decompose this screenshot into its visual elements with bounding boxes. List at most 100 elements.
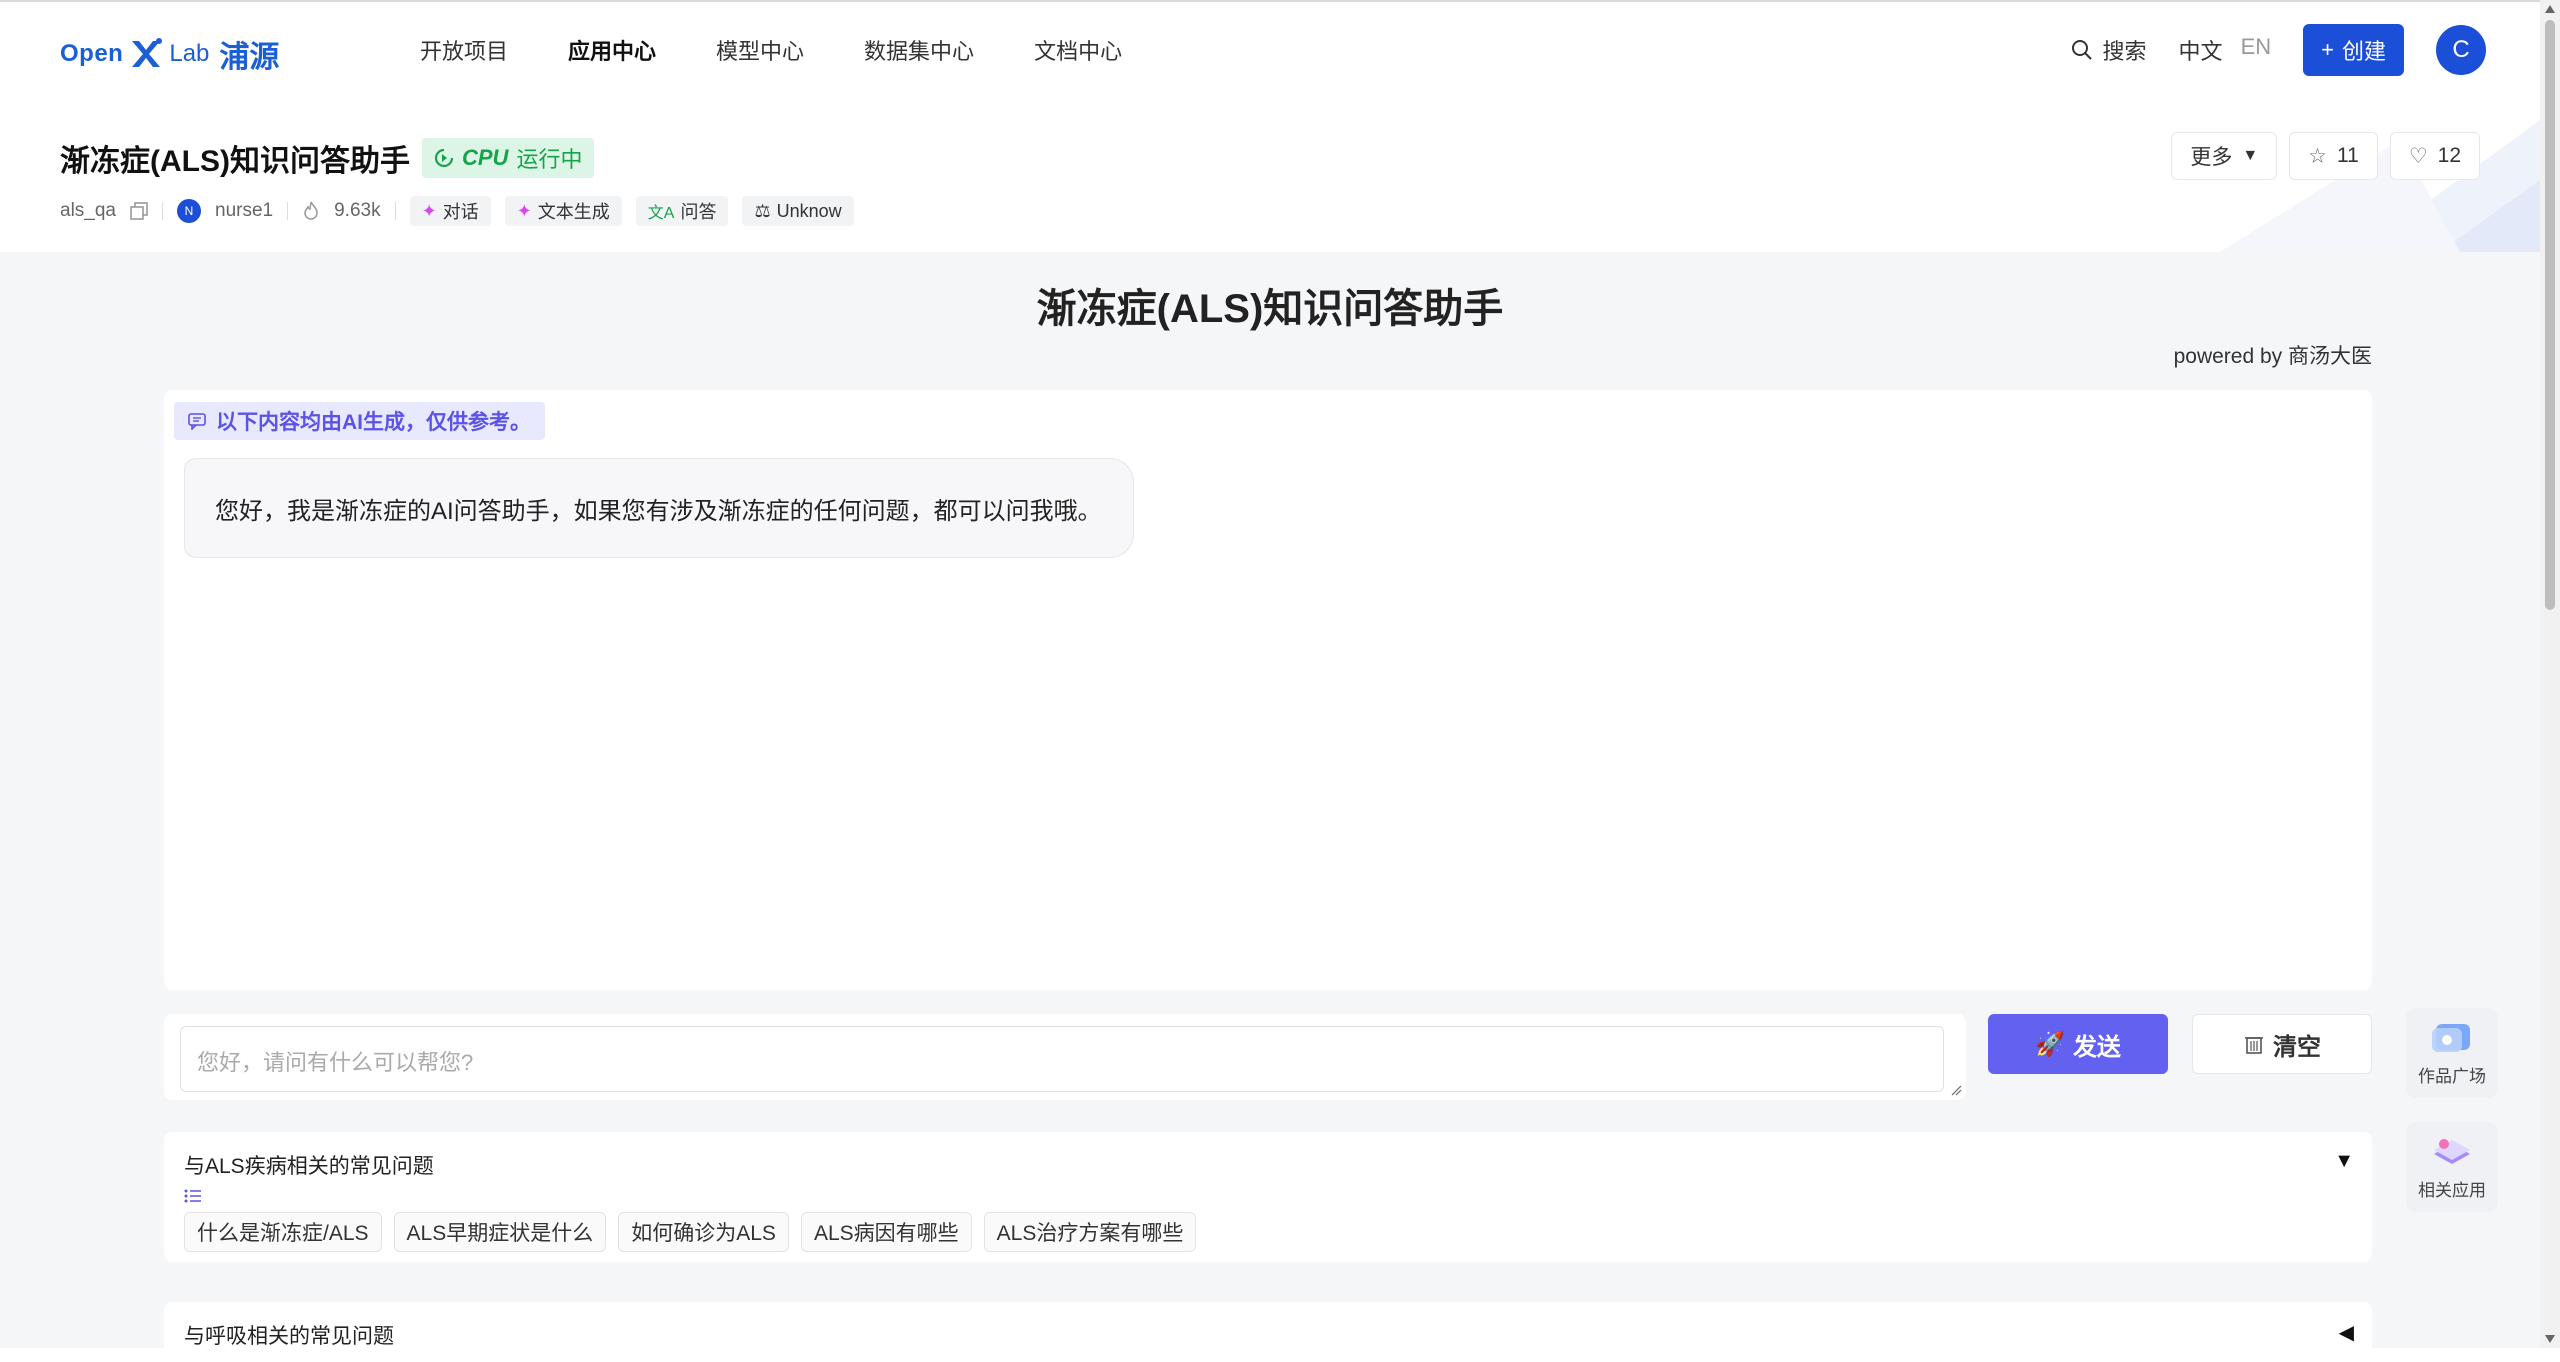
assistant-message-text: 您好，我是渐冻症的AI问答助手，如果您有涉及渐冻症的任何问题，都可以问我哦。	[215, 497, 1102, 525]
nav-item-open-projects[interactable]: 开放项目	[420, 34, 508, 66]
tag-license[interactable]: ⚖ Unknow	[742, 196, 854, 226]
expand-arrow-icon[interactable]: ◀	[2339, 1320, 2354, 1345]
faq-chips: 什么是渐冻症/ALS ALS早期症状是什么 如何确诊为ALS ALS病因有哪些 …	[184, 1212, 1197, 1252]
search-label: 搜索	[2102, 39, 2147, 64]
owner-name[interactable]: nurse1	[215, 200, 273, 222]
logo-x-icon	[132, 38, 163, 67]
sparkle-icon: ✦	[516, 200, 532, 221]
create-button[interactable]: + 创建	[2303, 24, 2404, 76]
chat-panel: 以下内容均由AI生成，仅供参考。 您好，我是渐冻症的AI问答助手，如果您有涉及渐…	[164, 390, 2372, 990]
tag-label: 问答	[680, 202, 717, 222]
message-icon	[188, 413, 206, 430]
main-nav: 开放项目 应用中心 模型中心 数据集中心 文档中心	[420, 34, 1122, 66]
scrollbar-thumb[interactable]	[2545, 20, 2555, 610]
like-count: 12	[2437, 144, 2461, 167]
nav-item-model-center[interactable]: 模型中心	[716, 34, 804, 66]
related-apps-float-button[interactable]: 相关应用	[2406, 1122, 2498, 1212]
language-switch: 中文 EN	[2179, 34, 2272, 66]
related-apps-label: 相关应用	[2418, 1180, 2486, 1200]
gallery-label: 作品广场	[2418, 1066, 2486, 1086]
nav-item-docs-center[interactable]: 文档中心	[1034, 34, 1122, 66]
star-button[interactable]: ☆ 11	[2289, 132, 2378, 180]
assistant-message: 您好，我是渐冻症的AI问答助手，如果您有涉及渐冻症的任何问题，都可以问我哦。	[184, 458, 1134, 558]
chat-input[interactable]: 您好，请问有什么可以帮您?	[180, 1026, 1944, 1092]
fire-icon	[304, 201, 318, 220]
faq-chip[interactable]: ALS早期症状是什么	[393, 1212, 607, 1252]
status-badge: CPU 运行中	[421, 138, 595, 178]
create-label: 创建	[2341, 39, 2386, 64]
tag-text-generation[interactable]: ✦ 文本生成	[504, 196, 622, 226]
tag-label: 对话	[442, 202, 479, 222]
powered-by: powered by 商汤大医	[2173, 345, 2372, 368]
divider	[162, 202, 163, 220]
ai-notice-text: 以下内容均由AI生成，仅供参考。	[216, 411, 531, 434]
faq-chip[interactable]: ALS治疗方案有哪些	[983, 1212, 1197, 1252]
app-meta: als_qa N nurse1 9.63k ✦ 对话 ✦ 文本生成 文A 问答 …	[60, 196, 854, 226]
related-apps-icon	[2434, 1138, 2470, 1164]
divider	[287, 202, 289, 220]
like-button[interactable]: ♡ 12	[2389, 132, 2480, 180]
gallery-float-button[interactable]: 作品广场	[2406, 1008, 2498, 1098]
more-button[interactable]: 更多 ▼	[2171, 132, 2278, 180]
sparkle-icon: ✦	[421, 200, 437, 221]
plus-icon: +	[2321, 37, 2334, 62]
send-button[interactable]: 🚀 发送	[1988, 1014, 2168, 1074]
scroll-up-icon[interactable]	[2544, 4, 2556, 14]
nav-right: 搜索 中文 EN + 创建 C	[2071, 24, 2486, 76]
collapse-arrow-icon[interactable]: ▼	[2334, 1150, 2354, 1173]
page-title: 渐冻症(ALS)知识问答助手	[1036, 287, 1504, 331]
send-label: 发送	[2072, 1033, 2121, 1061]
header-actions: 更多 ▼ ☆ 11 ♡ 12	[2171, 132, 2480, 180]
app-header: 渐冻症(ALS)知识问答助手 CPU 运行中 als_qa N nurse1 9…	[0, 100, 2540, 252]
search-icon	[2071, 40, 2092, 60]
divider	[394, 202, 396, 220]
faq-chip[interactable]: 什么是渐冻症/ALS	[184, 1212, 382, 1252]
faq-section-title[interactable]: 与ALS疾病相关的常见问题	[184, 1150, 434, 1180]
more-label: 更多	[2190, 146, 2233, 169]
view-count: 9.63k	[334, 200, 381, 221]
list-icon	[184, 1189, 201, 1203]
clear-button[interactable]: 清空	[2192, 1014, 2372, 1074]
status-cpu: CPU	[461, 145, 509, 170]
user-avatar[interactable]: C	[2436, 25, 2486, 75]
faq-chip[interactable]: 如何确诊为ALS	[618, 1212, 789, 1252]
translate-icon: 文A	[647, 205, 675, 222]
logo-lab-text: Lab	[169, 40, 210, 67]
top-navbar: Open Lab 浦源 开放项目 应用中心 模型中心 数据集中心 文档中心 搜索…	[0, 0, 2560, 100]
tag-chat[interactable]: ✦ 对话	[409, 196, 491, 226]
tag-label: Unknow	[776, 200, 842, 221]
lang-cn[interactable]: 中文	[2179, 34, 2223, 66]
status-text: 运行中	[516, 147, 583, 172]
tag-label: 文本生成	[537, 202, 610, 222]
ai-notice: 以下内容均由AI生成，仅供参考。	[174, 402, 545, 440]
tag-qa[interactable]: 文A 问答	[635, 196, 729, 226]
scroll-down-icon[interactable]	[2544, 1334, 2556, 1344]
clear-label: 清空	[2273, 1033, 2321, 1061]
rocket-icon: 🚀	[2035, 1030, 2065, 1058]
logo-open-text: Open	[60, 40, 124, 67]
input-wrapper: 您好，请问有什么可以帮您?	[164, 1014, 1966, 1100]
faq-section-title[interactable]: 与呼吸相关的常见问题	[184, 1320, 394, 1350]
star-icon: ☆	[2308, 144, 2327, 168]
logo-cn-text: 浦源	[219, 41, 280, 74]
nav-item-app-center[interactable]: 应用中心	[568, 34, 656, 66]
search-button[interactable]: 搜索	[2071, 34, 2147, 66]
main-area: 渐冻症(ALS)知识问答助手 powered by 商汤大医 以下内容均由AI生…	[0, 252, 2540, 1362]
running-icon	[434, 148, 454, 168]
star-count: 11	[2337, 144, 2359, 167]
app-id: als_qa	[60, 200, 116, 221]
caret-down-icon: ▼	[2242, 147, 2259, 164]
trash-icon	[2245, 1037, 2263, 1054]
faq-chip[interactable]: ALS病因有哪些	[800, 1212, 972, 1252]
copy-icon[interactable]	[130, 202, 148, 220]
nav-item-dataset-center[interactable]: 数据集中心	[864, 34, 974, 66]
lang-en[interactable]: EN	[2241, 34, 2272, 66]
app-title-row: 渐冻症(ALS)知识问答助手 CPU 运行中	[60, 136, 595, 180]
openxlab-logo[interactable]: Open Lab 浦源	[60, 32, 279, 76]
faq-section-als: 与ALS疾病相关的常见问题 ▼ 什么是渐冻症/ALS ALS早期症状是什么 如何…	[164, 1132, 2372, 1262]
heart-icon: ♡	[2408, 144, 2428, 168]
page-scrollbar[interactable]	[2540, 0, 2560, 1348]
resize-handle-icon[interactable]	[1950, 1084, 1962, 1096]
faq-section-breathing: 与呼吸相关的常见问题 ◀	[164, 1302, 2372, 1362]
owner-avatar[interactable]: N	[177, 199, 201, 223]
